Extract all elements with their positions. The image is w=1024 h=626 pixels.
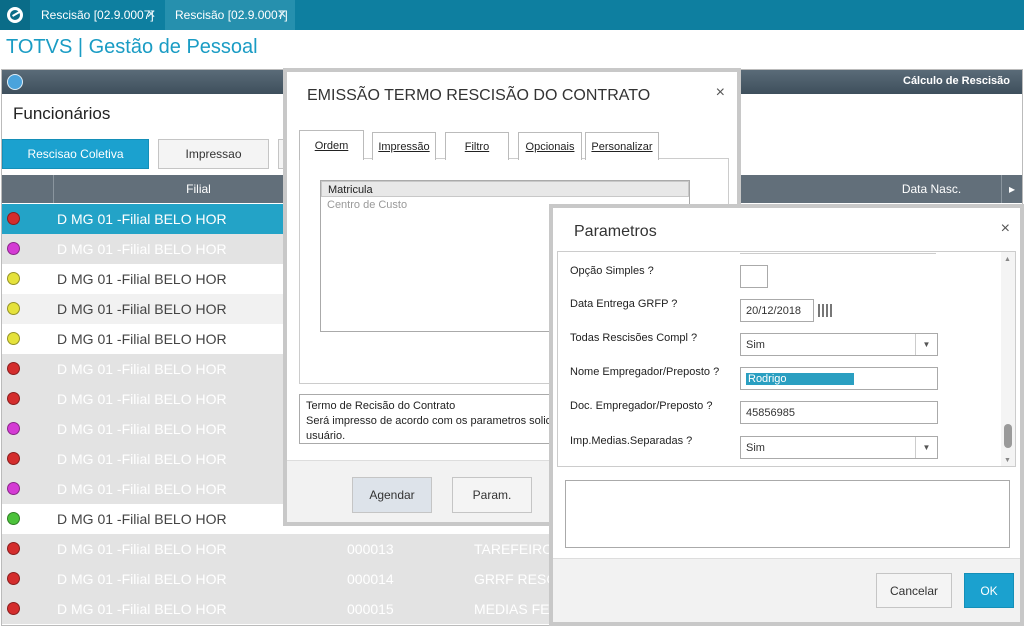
todas-rescisoes-select[interactable]: Sim ▼ (740, 333, 938, 356)
tab-bar: Rescisão [02.9.0007] ✕ Rescisão [02.9.00… (0, 0, 1024, 30)
nome-empregador-input[interactable]: Rodrigo (740, 367, 938, 390)
table-cell: D MG 01 -Filial BELO HOR (57, 421, 227, 437)
list-item[interactable]: Matricula (321, 181, 689, 197)
table-cell: 000013 (347, 541, 394, 557)
table-cell: MEDIAS FE (474, 601, 550, 617)
imp-medias-select[interactable]: Sim ▼ (740, 436, 938, 459)
select-value: Sim (746, 338, 765, 351)
table-cell: D MG 01 -Filial BELO HOR (57, 361, 227, 377)
tab-rescisao-2[interactable]: Rescisão [02.9.0007] ✕ (165, 0, 295, 30)
table-cell: D MG 01 -Filial BELO HOR (57, 451, 227, 467)
status-dot-icon (7, 452, 20, 465)
globe-icon (7, 74, 23, 90)
table-cell: GRRF RESC (474, 571, 557, 587)
app-title: TOTVS | Gestão de Pessoal (6, 36, 258, 58)
totvs-logo-icon[interactable] (0, 0, 30, 30)
cancel-button[interactable]: Cancelar (876, 573, 952, 608)
table-cell: D MG 01 -Filial BELO HOR (57, 481, 227, 497)
parametros-dialog: Parametros × Opção Simples ? Data Entreg… (549, 204, 1024, 626)
close-icon[interactable]: × (716, 84, 725, 102)
status-dot-icon (7, 392, 20, 405)
data-entrega-input[interactable]: 20/12/2018 (740, 299, 814, 322)
tab-impressao[interactable]: Impressão (372, 132, 436, 160)
tab-ordem[interactable]: Ordem (299, 130, 364, 160)
table-cell: D MG 01 -Filial BELO HOR (57, 511, 227, 527)
opcao-simples-input[interactable] (740, 265, 768, 288)
dialog-title: EMISSÃO TERMO RESCISÃO DO CONTRATO (307, 87, 651, 104)
window-title: Cálculo de Rescisão (903, 75, 1010, 87)
doc-empregador-input[interactable]: 45856985 (740, 401, 938, 424)
status-dot-icon (7, 572, 20, 585)
scroll-down-icon[interactable]: ▼ (1004, 457, 1011, 464)
table-cell: D MG 01 -Filial BELO HOR (57, 301, 227, 317)
parameters-panel: Opção Simples ? Data Entrega GRFP ? 20/1… (557, 251, 1016, 467)
status-dot-icon (7, 332, 20, 345)
field-label: Doc. Empregador/Preposto ? (570, 400, 713, 412)
table-cell: 000014 (347, 571, 394, 587)
table-cell: D MG 01 -Filial BELO HOR (57, 601, 227, 617)
status-dot-icon (7, 242, 20, 255)
table-cell: D MG 01 -Filial BELO HOR (57, 571, 227, 587)
status-dot-icon (7, 602, 20, 615)
tab-rescisao-1[interactable]: Rescisão [02.9.0007] ✕ (31, 0, 164, 30)
chevron-down-icon[interactable]: ▼ (915, 334, 937, 355)
status-dot-icon (7, 482, 20, 495)
data-nasc-column-header[interactable]: Data Nasc. (862, 175, 1002, 203)
table-cell: D MG 01 -Filial BELO HOR (57, 541, 227, 557)
status-column-header[interactable] (2, 175, 54, 203)
field-label: Imp.Medias.Separadas ? (570, 435, 693, 447)
table-cell: 000015 (347, 601, 394, 617)
field-label: Nome Empregador/Preposto ? (570, 366, 720, 378)
ok-button[interactable]: OK (964, 573, 1014, 608)
table-cell: D MG 01 -Filial BELO HOR (57, 211, 227, 227)
scroll-right-icon[interactable]: ▸ (1002, 175, 1022, 203)
status-dot-icon (7, 422, 20, 435)
tab-label: Rescisão [02.9.0007] (41, 8, 154, 22)
status-dot-icon (7, 512, 20, 525)
dialog-title: Parametros (574, 223, 657, 240)
tab-filtro[interactable]: Filtro (445, 132, 509, 160)
scroll-up-icon[interactable]: ▲ (1004, 256, 1011, 263)
status-dot-icon (7, 212, 20, 225)
scrollbar[interactable]: ▲ ▼ (1001, 252, 1015, 466)
table-cell: D MG 01 -Filial BELO HOR (57, 331, 227, 347)
status-dot-icon (7, 542, 20, 555)
table-cell: TAREFEIRO (474, 541, 554, 557)
scroll-thumb[interactable] (1004, 424, 1012, 448)
table-cell: D MG 01 -Filial BELO HOR (57, 241, 227, 257)
table-cell: D MG 01 -Filial BELO HOR (57, 391, 227, 407)
calendar-icon[interactable] (818, 304, 834, 317)
tab-opcionais[interactable]: Opcionais (518, 132, 582, 160)
tab-label: Rescisão [02.9.0007] (175, 8, 288, 22)
help-memo (565, 480, 1010, 548)
param-button[interactable]: Param. (452, 477, 532, 513)
close-icon[interactable]: × (1001, 220, 1010, 238)
table-cell: D MG 01 -Filial BELO HOR (57, 271, 227, 287)
status-dot-icon (7, 272, 20, 285)
field-label: Opção Simples ? (570, 265, 654, 277)
divider (740, 252, 936, 254)
select-value: Sim (746, 441, 765, 454)
status-dot-icon (7, 302, 20, 315)
selected-text: Rodrigo (746, 372, 854, 385)
close-icon[interactable]: ✕ (277, 7, 287, 21)
field-label: Data Entrega GRFP ? (570, 298, 678, 310)
close-icon[interactable]: ✕ (146, 7, 156, 21)
rescisao-coletiva-button[interactable]: Rescisao Coletiva (2, 139, 149, 169)
section-title: Funcionários (13, 104, 111, 123)
agendar-button[interactable]: Agendar (352, 477, 432, 513)
status-dot-icon (7, 362, 20, 375)
tab-personalizar[interactable]: Personalizar (585, 132, 659, 160)
impressao-button[interactable]: Impressao (158, 139, 269, 169)
dialog-footer: Cancelar OK (553, 558, 1020, 622)
chevron-down-icon[interactable]: ▼ (915, 437, 937, 458)
field-label: Todas Rescisões Compl ? (570, 332, 698, 344)
